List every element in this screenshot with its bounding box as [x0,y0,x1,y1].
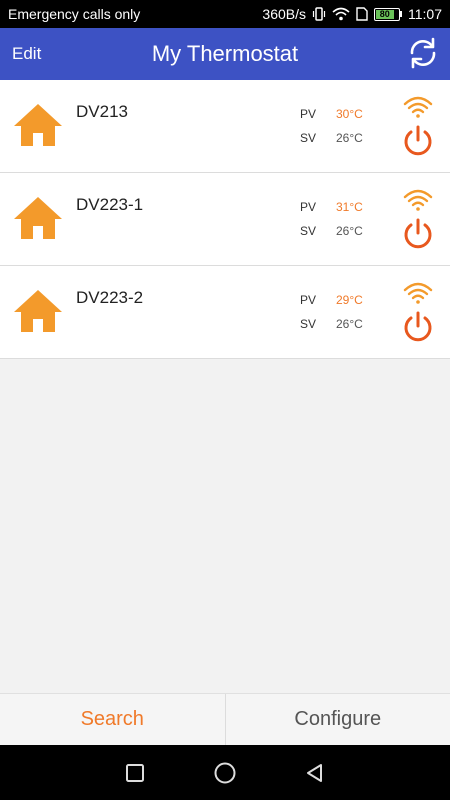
device-name: DV223-2 [76,288,144,307]
wifi-signal-icon [403,189,433,211]
wifi-signal-icon [403,282,433,304]
power-icon[interactable] [402,217,434,251]
refresh-icon[interactable] [406,36,440,70]
house-icon [14,290,62,332]
sv-label: SV [300,317,317,331]
sim-icon [356,7,368,21]
sv-label: SV [300,131,317,145]
device-row[interactable]: DV223-1 PV 31°C SV 26°C [0,173,450,266]
net-speed: 360B/s [262,6,306,22]
recents-button[interactable] [123,761,147,785]
sv-value: 26°C [336,224,363,238]
device-name: DV213 [76,102,128,121]
pv-value: 30°C [336,107,363,121]
app-bar: Edit My Thermostat [0,28,450,80]
page-title: My Thermostat [151,41,299,66]
pv-value: 31°C [336,200,363,214]
wifi-status-icon [332,7,350,21]
carrier-text: Emergency calls only [8,6,141,22]
house-icon [14,104,62,146]
device-row[interactable]: DV223-2 PV 29°C SV 26°C [0,266,450,359]
device-row[interactable]: DV213 PV 30°C SV 26°C [0,80,450,173]
power-icon[interactable] [402,310,434,344]
system-nav-bar [0,745,450,800]
status-icons: 360B/s 80 11:07 [262,6,442,22]
status-bar: Emergency calls only 360B/s 80 11:07 [0,0,450,28]
house-icon [14,197,62,239]
pv-label: PV [300,107,317,121]
sv-value: 26°C [336,317,363,331]
wifi-signal-icon [403,96,433,118]
clock: 11:07 [408,6,442,22]
square-icon [126,763,144,782]
sv-label: SV [300,224,317,238]
tab-search[interactable]: Search [0,694,226,745]
battery-icon: 80 [374,7,402,21]
back-triangle-icon [307,763,322,782]
pv-value: 29°C [336,293,363,307]
device-name: DV223-1 [76,195,144,214]
bottom-tabs: Search Configure [0,693,450,745]
power-icon[interactable] [402,124,434,158]
back-button[interactable] [303,761,327,785]
home-button[interactable] [213,761,237,785]
battery-level: 80 [376,9,394,19]
edit-button[interactable]: Edit [12,44,41,64]
pv-label: PV [300,200,317,214]
device-list: DV213 PV 30°C SV 26°C DV223-1 PV 31°C SV… [0,80,450,359]
circle-icon [214,762,236,783]
vibrate-icon [312,7,326,21]
pv-label: PV [300,293,317,307]
tab-configure[interactable]: Configure [226,694,450,745]
sv-value: 26°C [336,131,363,145]
